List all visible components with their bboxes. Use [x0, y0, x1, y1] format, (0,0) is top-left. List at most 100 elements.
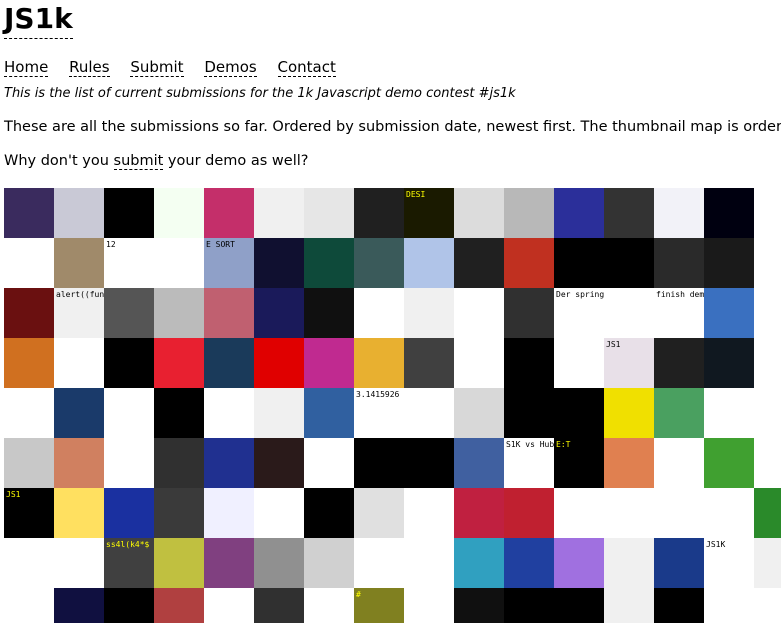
demo-thumbnail[interactable]: [454, 438, 504, 488]
nav-submit[interactable]: Submit: [130, 58, 184, 77]
demo-thumbnail[interactable]: [754, 538, 781, 588]
demo-thumbnail[interactable]: [104, 288, 154, 338]
demo-thumbnail[interactable]: [254, 488, 304, 538]
demo-thumbnail[interactable]: [54, 588, 104, 623]
demo-thumbnail[interactable]: [754, 388, 781, 438]
demo-thumbnail[interactable]: [254, 438, 304, 488]
demo-thumbnail[interactable]: [354, 338, 404, 388]
demo-thumbnail[interactable]: [654, 338, 704, 388]
demo-thumbnail[interactable]: [354, 438, 404, 488]
demo-thumbnail[interactable]: [404, 388, 454, 438]
demo-thumbnail[interactable]: [454, 288, 504, 338]
demo-thumbnail[interactable]: [754, 588, 781, 623]
demo-thumbnail[interactable]: [304, 238, 354, 288]
demo-thumbnail[interactable]: [104, 488, 154, 538]
demo-thumbnail[interactable]: [704, 488, 754, 538]
demo-thumbnail[interactable]: [554, 538, 604, 588]
demo-thumbnail[interactable]: [554, 338, 604, 388]
demo-thumbnail[interactable]: [404, 588, 454, 623]
demo-thumbnail[interactable]: [254, 338, 304, 388]
demo-thumbnail[interactable]: [4, 438, 54, 488]
demo-thumbnail[interactable]: [454, 188, 504, 238]
demo-thumbnail[interactable]: [204, 288, 254, 338]
demo-thumbnail[interactable]: [504, 488, 554, 538]
demo-thumbnail[interactable]: [4, 388, 54, 438]
demo-thumbnail[interactable]: [754, 338, 781, 388]
demo-thumbnail[interactable]: [404, 488, 454, 538]
demo-thumbnail[interactable]: [254, 588, 304, 623]
demo-thumbnail[interactable]: [504, 238, 554, 288]
demo-thumbnail[interactable]: [704, 288, 754, 338]
demo-thumbnail[interactable]: E SORT: [204, 238, 254, 288]
demo-thumbnail[interactable]: [354, 188, 404, 238]
demo-thumbnail[interactable]: [704, 438, 754, 488]
demo-thumbnail[interactable]: [104, 588, 154, 623]
demo-thumbnail[interactable]: JS1: [604, 338, 654, 388]
demo-thumbnail[interactable]: [654, 588, 704, 623]
demo-thumbnail[interactable]: [354, 238, 404, 288]
demo-thumbnail[interactable]: [554, 588, 604, 623]
demo-thumbnail[interactable]: [304, 338, 354, 388]
demo-thumbnail[interactable]: [504, 338, 554, 388]
demo-thumbnail[interactable]: [204, 338, 254, 388]
demo-thumbnail[interactable]: [154, 488, 204, 538]
demo-thumbnail[interactable]: [154, 288, 204, 338]
demo-thumbnail[interactable]: [254, 188, 304, 238]
demo-thumbnail[interactable]: [604, 388, 654, 438]
demo-thumbnail[interactable]: [654, 388, 704, 438]
demo-thumbnail[interactable]: S1K vs Hubbard: [504, 438, 554, 488]
demo-thumbnail[interactable]: [354, 288, 404, 338]
demo-thumbnail[interactable]: [104, 338, 154, 388]
demo-thumbnail[interactable]: [154, 388, 204, 438]
nav-contact[interactable]: Contact: [277, 58, 336, 77]
demo-thumbnail[interactable]: [204, 388, 254, 438]
demo-thumbnail[interactable]: [654, 438, 704, 488]
demo-thumbnail[interactable]: [54, 538, 104, 588]
demo-thumbnail[interactable]: [704, 238, 754, 288]
demo-thumbnail[interactable]: [604, 238, 654, 288]
demo-thumbnail[interactable]: [754, 488, 781, 538]
demo-thumbnail[interactable]: [554, 188, 604, 238]
demo-thumbnail[interactable]: DESI: [404, 188, 454, 238]
demo-thumbnail[interactable]: [554, 238, 604, 288]
demo-thumbnail[interactable]: [504, 538, 554, 588]
demo-thumbnail[interactable]: [154, 588, 204, 623]
demo-thumbnail[interactable]: [4, 288, 54, 338]
demo-thumbnail[interactable]: [4, 238, 54, 288]
demo-thumbnail[interactable]: [604, 488, 654, 538]
demo-thumbnail[interactable]: [754, 188, 781, 238]
demo-thumbnail[interactable]: [704, 588, 754, 623]
demo-thumbnail[interactable]: [454, 588, 504, 623]
demo-thumbnail[interactable]: [104, 438, 154, 488]
demo-thumbnail[interactable]: [754, 438, 781, 488]
demo-thumbnail[interactable]: [404, 288, 454, 338]
demo-thumbnail[interactable]: 12: [104, 238, 154, 288]
demo-thumbnail[interactable]: finish demo: [654, 288, 704, 338]
demo-thumbnail[interactable]: #: [354, 588, 404, 623]
demo-thumbnail[interactable]: [204, 538, 254, 588]
demo-thumbnail[interactable]: [704, 188, 754, 238]
demo-thumbnail[interactable]: [204, 438, 254, 488]
demo-thumbnail[interactable]: [54, 188, 104, 238]
demo-thumbnail[interactable]: JS1K: [704, 538, 754, 588]
demo-thumbnail[interactable]: [304, 188, 354, 238]
demo-thumbnail[interactable]: [754, 288, 781, 338]
demo-thumbnail[interactable]: [554, 488, 604, 538]
demo-thumbnail[interactable]: [304, 588, 354, 623]
demo-thumbnail[interactable]: [304, 488, 354, 538]
demo-thumbnail[interactable]: [504, 188, 554, 238]
demo-thumbnail[interactable]: [454, 338, 504, 388]
demo-thumbnail[interactable]: [504, 388, 554, 438]
demo-thumbnail[interactable]: [54, 238, 104, 288]
demo-thumbnail[interactable]: [304, 538, 354, 588]
demo-thumbnail[interactable]: [354, 488, 404, 538]
demo-thumbnail[interactable]: [54, 338, 104, 388]
demo-thumbnail[interactable]: [604, 588, 654, 623]
demo-thumbnail[interactable]: ss4l(k4*$: [104, 538, 154, 588]
demo-thumbnail[interactable]: [354, 538, 404, 588]
demo-thumbnail[interactable]: [404, 238, 454, 288]
demo-thumbnail[interactable]: [454, 538, 504, 588]
demo-thumbnail[interactable]: [504, 588, 554, 623]
cta-submit-link[interactable]: submit: [113, 153, 164, 170]
demo-thumbnail[interactable]: [54, 488, 104, 538]
